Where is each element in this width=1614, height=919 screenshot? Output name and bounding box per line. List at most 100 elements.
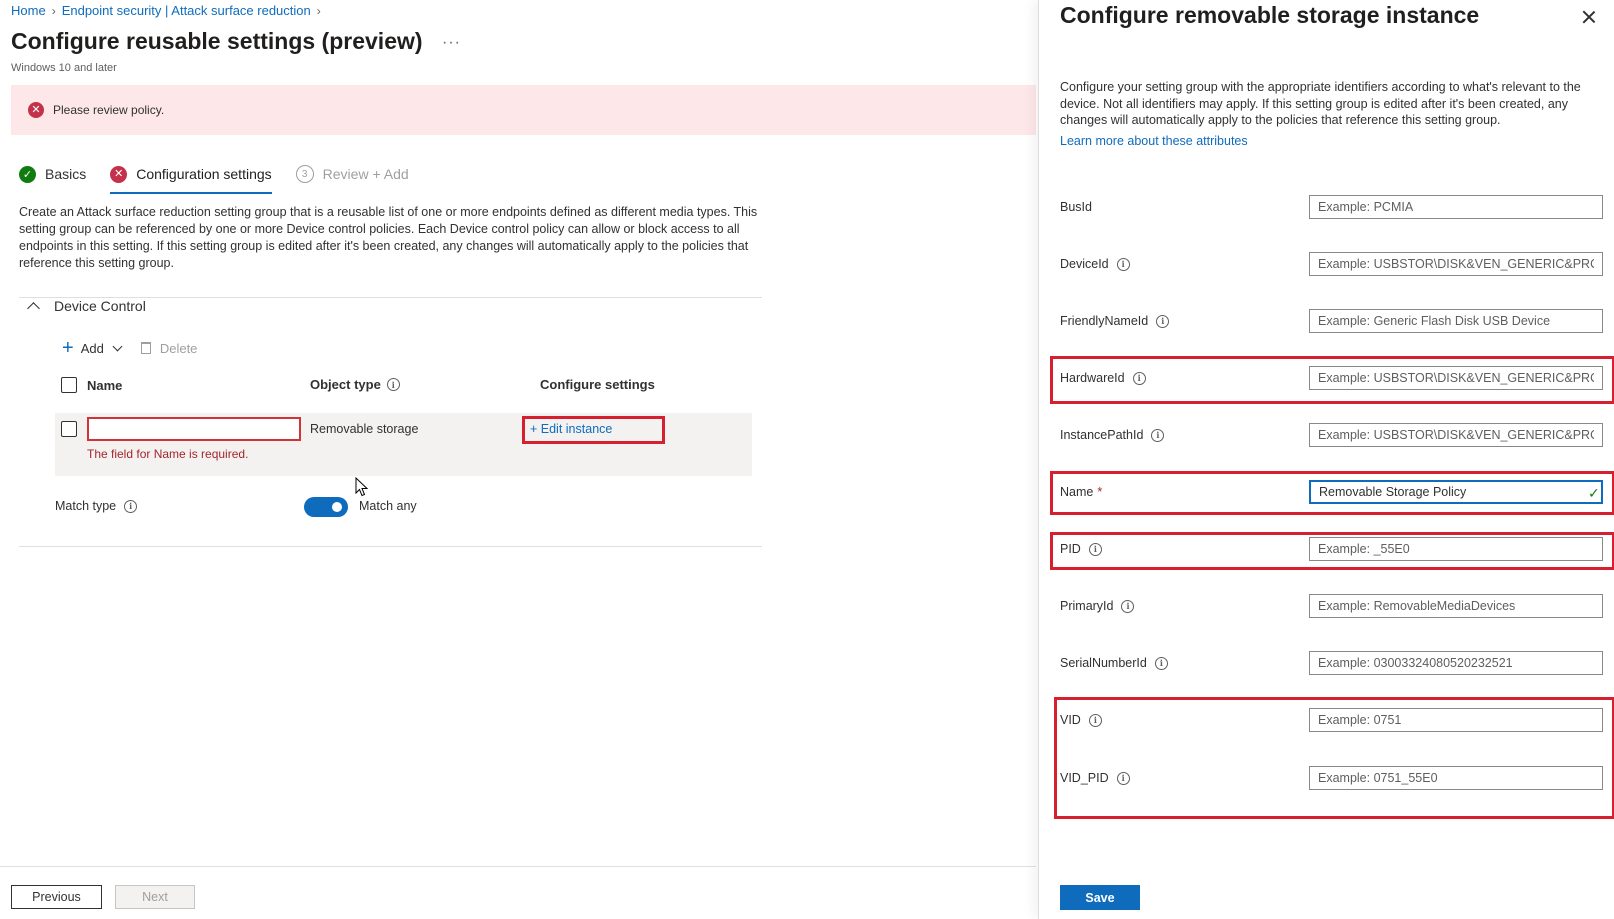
field-label-text: PID <box>1060 542 1081 556</box>
field-label-text: Name <box>1060 485 1094 499</box>
info-icon[interactable]: i <box>1088 542 1102 556</box>
field-label-primaryid: PrimaryId i <box>1060 599 1135 613</box>
breadcrumb-home[interactable]: Home <box>11 3 46 18</box>
tab-configuration-settings[interactable]: ✕ Configuration settings <box>110 163 273 194</box>
instancepathid-input[interactable] <box>1309 423 1603 447</box>
match-type-toggle[interactable] <box>304 497 348 517</box>
field-label-busid: BusId <box>1060 200 1092 214</box>
name-required-error: The field for Name is required. <box>87 447 249 461</box>
field-label-text: VID <box>1060 713 1081 727</box>
tab-basics-label: Basics <box>45 166 87 182</box>
main-content: Home › Endpoint security | Attack surfac… <box>0 0 1036 919</box>
chevron-right-icon: › <box>316 3 321 18</box>
field-label-name: Name * <box>1060 485 1102 499</box>
chevron-right-icon: › <box>51 3 56 18</box>
field-label-text: DeviceId <box>1060 257 1109 271</box>
field-label-vid: VID i <box>1060 713 1102 727</box>
footer-divider <box>0 866 1036 867</box>
select-all-checkbox[interactable] <box>61 377 77 393</box>
column-name-label: Name <box>87 377 123 393</box>
match-any-label: Match any <box>359 499 417 513</box>
info-icon[interactable]: i <box>386 378 400 391</box>
info-icon[interactable]: i <box>1154 656 1168 670</box>
busid-input[interactable] <box>1309 195 1603 219</box>
configure-instance-panel: Configure removable storage instance Con… <box>1038 0 1614 919</box>
info-icon[interactable]: i <box>1116 257 1130 271</box>
row-checkbox[interactable] <box>61 421 77 437</box>
field-label-vid-pid: VID_PID i <box>1060 771 1130 785</box>
field-label-hardwareid: HardwareId i <box>1060 371 1146 385</box>
previous-button[interactable]: Previous <box>11 885 102 909</box>
step-number-icon: 3 <box>295 165 314 183</box>
check-circle-icon: ✓ <box>19 165 36 183</box>
info-icon[interactable]: i <box>1151 428 1165 442</box>
panel-description: Configure your setting group with the ap… <box>1060 80 1581 127</box>
name-input[interactable] <box>1309 480 1603 504</box>
learn-more-link[interactable]: Learn more about these attributes <box>1060 134 1248 148</box>
error-circle-icon: ✕ <box>110 165 128 183</box>
error-banner: ✕ Please review policy. <box>11 85 1036 135</box>
edit-instance-link[interactable]: + Edit instance <box>530 422 612 436</box>
match-type-text: Match type <box>55 499 117 513</box>
tab-basics[interactable]: ✓ Basics <box>19 163 86 185</box>
more-options-button[interactable]: ··· <box>442 34 461 52</box>
info-icon[interactable]: i <box>1116 771 1130 785</box>
delete-button[interactable]: Delete <box>140 340 198 356</box>
error-icon: ✕ <box>28 102 44 118</box>
chevron-down-icon <box>112 341 123 351</box>
breadcrumb-endpoint-security[interactable]: Endpoint security | Attack surface reduc… <box>62 3 311 18</box>
column-header-object-type: Object type i <box>310 377 400 392</box>
tab-review-add-label: Review + Add <box>322 166 409 182</box>
column-object-type-label: Object type <box>310 377 381 392</box>
vid-input[interactable] <box>1309 708 1603 732</box>
field-label-text: HardwareId <box>1060 371 1125 385</box>
device-control-section-toggle[interactable]: Device Control <box>27 298 146 315</box>
primaryid-input[interactable] <box>1309 594 1603 618</box>
section-title: Device Control <box>54 298 146 314</box>
page-subtitle: Windows 10 and later <box>11 62 117 74</box>
field-label-text: PrimaryId <box>1060 599 1114 613</box>
add-button[interactable]: + Add <box>62 338 123 358</box>
info-icon[interactable]: i <box>1132 371 1146 385</box>
chevron-up-icon <box>27 302 40 315</box>
pid-input[interactable] <box>1309 537 1603 561</box>
next-button[interactable]: Next <box>115 885 195 909</box>
mouse-cursor-icon <box>355 477 369 497</box>
page-title: Configure reusable settings (preview) <box>11 28 423 54</box>
panel-title: Configure removable storage instance <box>1060 2 1480 28</box>
hardwareid-input[interactable] <box>1309 366 1603 390</box>
tab-review-add: 3 Review + Add <box>295 163 409 185</box>
required-asterisk: * <box>1097 485 1103 499</box>
breadcrumb: Home › Endpoint security | Attack surfac… <box>11 3 321 18</box>
friendlynameid-input[interactable] <box>1309 309 1603 333</box>
add-button-label: Add <box>80 340 104 356</box>
table-toolbar: + Add Delete <box>62 338 198 358</box>
field-label-friendlynameid: FriendlyNameId i <box>1060 314 1170 328</box>
row-name-input[interactable] <box>87 417 301 441</box>
field-label-text: FriendlyNameId <box>1060 314 1149 328</box>
object-type-value: Removable storage <box>310 422 419 436</box>
field-label-text: VID_PID <box>1060 771 1109 785</box>
column-header-configure-settings: Configure settings <box>540 377 655 392</box>
field-label-pid: PID i <box>1060 542 1102 556</box>
deviceid-input[interactable] <box>1309 252 1603 276</box>
field-label-text: BusId <box>1060 200 1092 214</box>
vid-pid-input[interactable] <box>1309 766 1603 790</box>
column-configure-label: Configure settings <box>540 377 655 392</box>
info-icon[interactable]: i <box>1121 599 1135 613</box>
trash-icon <box>140 342 151 354</box>
field-label-serialnumberid: SerialNumberId i <box>1060 656 1168 670</box>
page-description: Create an Attack surface reduction setti… <box>19 205 758 270</box>
save-button[interactable]: Save <box>1060 885 1140 910</box>
field-label-deviceid: DeviceId i <box>1060 257 1130 271</box>
info-icon[interactable]: i <box>124 499 138 513</box>
info-icon[interactable]: i <box>1088 713 1102 727</box>
info-icon[interactable]: i <box>1156 314 1170 328</box>
serialnumberid-input[interactable] <box>1309 651 1603 675</box>
column-header-name: Name <box>61 377 122 393</box>
close-icon[interactable] <box>1579 7 1599 27</box>
field-label-text: SerialNumberId <box>1060 656 1147 670</box>
checkmark-icon: ✓ <box>1588 485 1600 501</box>
field-label-text: InstancePathId <box>1060 428 1144 442</box>
delete-button-label: Delete <box>159 340 198 356</box>
